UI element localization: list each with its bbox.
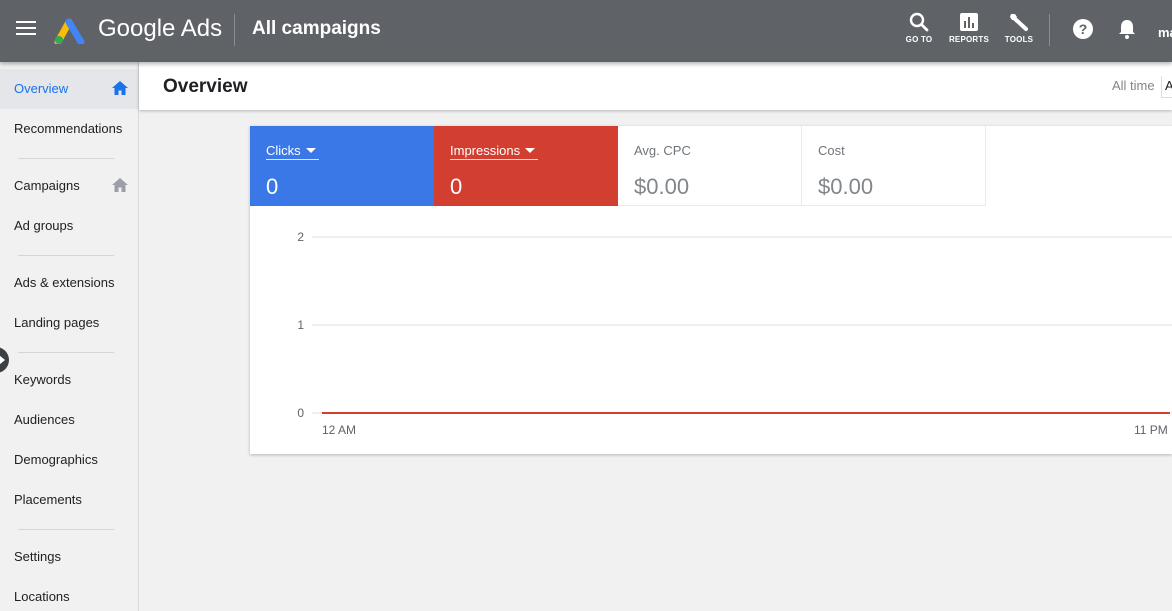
sidebar-item-label: Settings bbox=[14, 549, 61, 564]
y-tick-label: 0 bbox=[297, 406, 304, 420]
y-tick-label: 1 bbox=[297, 318, 304, 332]
sidebar-item-label: Recommendations bbox=[14, 121, 123, 136]
sidebar-item-label: Demographics bbox=[14, 452, 98, 467]
page-title: Overview bbox=[163, 76, 248, 97]
tools-label: TOOLS bbox=[1004, 35, 1034, 44]
sidebar-item-label: Overview bbox=[14, 81, 69, 96]
reports-button[interactable]: REPORTS bbox=[945, 12, 993, 44]
sidebar-item-keywords[interactable]: Keywords bbox=[0, 360, 138, 400]
metric-selector-impressions[interactable]: Impressions bbox=[450, 143, 539, 160]
metric-value: 0 bbox=[266, 174, 279, 199]
dropdown-caret-icon bbox=[305, 148, 316, 153]
x-tick-label: 12 AM bbox=[322, 423, 356, 437]
sidebar-item-campaigns[interactable]: Campaigns bbox=[0, 166, 138, 206]
goto-label: GO TO bbox=[905, 35, 933, 44]
metric-name: Avg. CPC bbox=[634, 143, 691, 158]
sidebar-item-label: Keywords bbox=[14, 372, 72, 387]
performance-card: Clicks 0 Impressions 0 Avg. CPC $0.00 Co… bbox=[250, 126, 1172, 454]
google-ads-logo-icon bbox=[54, 18, 85, 44]
sidebar-item-ad-groups[interactable]: Ad groups bbox=[0, 206, 138, 246]
hamburger-menu-icon[interactable] bbox=[16, 21, 36, 37]
svg-text:?: ? bbox=[1079, 21, 1088, 37]
metric-value: $0.00 bbox=[634, 174, 690, 199]
bell-icon[interactable] bbox=[1117, 18, 1137, 40]
metric-card-avg-cpc[interactable]: Avg. CPC $0.00 bbox=[618, 126, 802, 206]
sidebar-item-label: Campaigns bbox=[14, 178, 80, 193]
sidebar-item-label: Locations bbox=[14, 589, 70, 604]
sidebar-item-audiences[interactable]: Audiences bbox=[0, 400, 138, 440]
sidebar-item-label: Ads & extensions bbox=[14, 275, 115, 290]
sidebar-item-recommendations[interactable]: Recommendations bbox=[0, 109, 138, 149]
sidebar-item-demographics[interactable]: Demographics bbox=[0, 440, 138, 480]
top-app-bar: Google Ads All campaigns GO TO REPORTS T… bbox=[0, 0, 1172, 62]
metric-card-impressions[interactable]: Impressions 0 bbox=[434, 126, 618, 206]
x-tick-label: 11 PM bbox=[1134, 423, 1168, 437]
home-icon bbox=[112, 178, 128, 192]
wrench-icon bbox=[1010, 14, 1028, 31]
goto-button[interactable]: GO TO bbox=[895, 12, 943, 44]
sidebar-item-label: Landing pages bbox=[14, 315, 100, 330]
sidebar-item-overview[interactable]: Overview bbox=[0, 69, 138, 109]
metric-value: $0.00 bbox=[818, 174, 874, 199]
metric-name: Clicks bbox=[266, 143, 301, 158]
sidebar-item-locations[interactable]: Locations bbox=[0, 577, 138, 611]
metric-card-clicks[interactable]: Clicks 0 bbox=[250, 126, 434, 206]
date-range-label: All time bbox=[1112, 78, 1155, 93]
help-icon[interactable]: ? bbox=[1072, 18, 1094, 40]
chevron-right-icon bbox=[0, 355, 5, 365]
performance-line-chart: 0 1 2 12 AM 11 PM bbox=[297, 230, 1172, 437]
sidebar-divider bbox=[18, 529, 114, 530]
dropdown-caret-icon bbox=[525, 148, 536, 153]
account-name[interactable]: ma bbox=[1158, 25, 1172, 40]
sidebar-item-placements[interactable]: Placements bbox=[0, 480, 138, 520]
page-header: Overview All time A bbox=[139, 62, 1172, 110]
sidebar-item-ads-extensions[interactable]: Ads & extensions bbox=[0, 263, 138, 303]
metric-name: Cost bbox=[818, 143, 845, 158]
tools-button[interactable]: TOOLS bbox=[995, 12, 1043, 44]
header-divider bbox=[234, 14, 235, 46]
metric-name: Impressions bbox=[450, 143, 521, 158]
sidebar-item-settings[interactable]: Settings bbox=[0, 537, 138, 577]
metric-selector-clicks[interactable]: Clicks bbox=[266, 143, 319, 160]
campaign-scope-title[interactable]: All campaigns bbox=[252, 18, 381, 40]
date-range-selector[interactable]: A bbox=[1161, 76, 1172, 98]
home-icon bbox=[112, 81, 128, 95]
brand-name[interactable]: Google Ads bbox=[98, 15, 222, 43]
reports-icon bbox=[960, 13, 978, 31]
header-divider-right bbox=[1049, 14, 1050, 46]
sidebar-item-landing-pages[interactable]: Landing pages bbox=[0, 303, 138, 343]
reports-label: REPORTS bbox=[948, 35, 990, 44]
sidebar-item-label: Placements bbox=[14, 492, 82, 507]
sidebar-divider bbox=[18, 158, 114, 159]
search-icon bbox=[909, 12, 929, 32]
metric-card-cost[interactable]: Cost $0.00 bbox=[802, 126, 986, 206]
sidebar-divider bbox=[18, 255, 114, 256]
y-tick-label: 2 bbox=[297, 230, 304, 244]
sidebar-nav: Overview Recommendations Campaigns Ad gr… bbox=[0, 62, 139, 611]
sidebar-item-label: Ad groups bbox=[14, 218, 74, 233]
sidebar-divider bbox=[18, 352, 114, 353]
sidebar-item-label: Audiences bbox=[14, 412, 75, 427]
metric-value: 0 bbox=[450, 174, 463, 199]
